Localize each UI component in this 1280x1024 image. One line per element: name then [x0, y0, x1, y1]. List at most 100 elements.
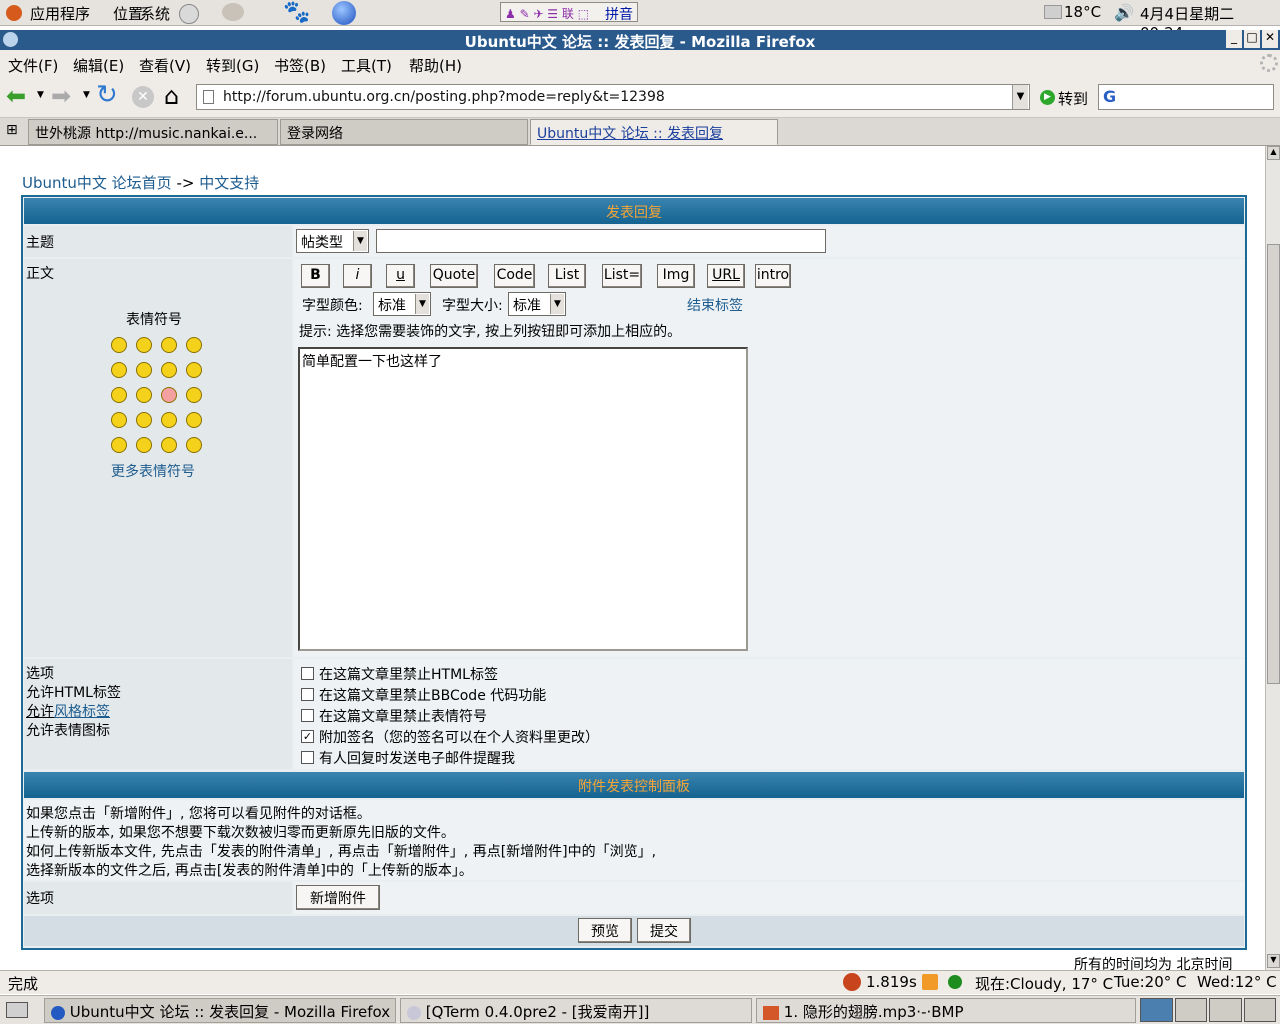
- smiley-icon[interactable]: [161, 362, 177, 378]
- smiley-icon[interactable]: [136, 412, 152, 428]
- tab-forum-reply[interactable]: Ubuntu中文 论坛 :: 发表回复: [530, 119, 778, 145]
- disable-html-checkbox[interactable]: [301, 667, 314, 680]
- smiley-icon[interactable]: [136, 362, 152, 378]
- show-desktop-icon[interactable]: [6, 1002, 28, 1018]
- workspace-switcher[interactable]: [1140, 998, 1276, 1022]
- bbcode-link[interactable]: 风格标签: [54, 701, 110, 721]
- more-smilies-link[interactable]: 更多表情符号: [111, 461, 195, 481]
- task-qterm[interactable]: [QTerm 0.4.0pre2 - [我爱南开]]: [400, 998, 752, 1023]
- smiley-icon[interactable]: [111, 412, 127, 428]
- disable-smilies-checkbox[interactable]: [301, 709, 314, 722]
- volume-icon[interactable]: 🔊: [1114, 3, 1134, 22]
- attach-signature-checkbox[interactable]: ✓: [301, 730, 314, 743]
- menu-bookmarks[interactable]: 书签(B): [274, 55, 326, 76]
- img-button[interactable]: Img: [657, 264, 695, 288]
- firefox-launcher-icon[interactable]: [332, 1, 356, 25]
- smiley-icon[interactable]: [186, 337, 202, 353]
- menu-edit[interactable]: 编辑(E): [73, 55, 124, 76]
- smiley-icon[interactable]: [186, 412, 202, 428]
- places-menu[interactable]: 位置: [113, 3, 143, 24]
- google-search-icon[interactable]: G: [1103, 87, 1116, 106]
- smiley-icon[interactable]: [136, 387, 152, 403]
- disable-bbcode-checkbox[interactable]: [301, 688, 314, 701]
- italic-button[interactable]: i: [343, 264, 372, 288]
- tab-music[interactable]: 世外桃源 http://music.nankai.e...: [28, 119, 278, 145]
- scroll-thumb[interactable]: [1267, 244, 1280, 684]
- workspace-3[interactable]: [1209, 998, 1242, 1022]
- preview-button[interactable]: 预览: [578, 918, 632, 943]
- help-icon[interactable]: [179, 4, 199, 24]
- font-size-select[interactable]: 标准 ▼: [508, 292, 566, 316]
- home-icon[interactable]: ⌂: [164, 82, 179, 110]
- scroll-up-icon[interactable]: ▲: [1267, 146, 1280, 160]
- post-type-select[interactable]: 帖类型 ▼: [296, 229, 369, 253]
- notify-reply-checkbox[interactable]: [301, 751, 314, 764]
- gimp-footprint-icon[interactable]: 🐾: [283, 0, 310, 25]
- scroll-down-icon[interactable]: ▼: [1267, 954, 1280, 968]
- ubuntu-logo-icon[interactable]: [6, 5, 22, 21]
- breadcrumb-section-link[interactable]: 中文支持: [199, 174, 259, 192]
- online-status-icon[interactable]: [948, 975, 962, 989]
- close-tags-link[interactable]: 结束标签: [687, 295, 743, 315]
- message-textarea[interactable]: 简单配置一下也这样了: [298, 347, 748, 651]
- back-dropdown-icon[interactable]: ▼: [37, 90, 44, 100]
- smiley-icon[interactable]: [161, 412, 177, 428]
- url-bar[interactable]: http://forum.ubuntu.org.cn/posting.php?m…: [196, 84, 1030, 110]
- quote-button[interactable]: Quote: [430, 264, 478, 288]
- bold-button[interactable]: B: [301, 264, 330, 288]
- exclamation-icon[interactable]: [111, 437, 127, 453]
- menu-go[interactable]: 转到(G): [206, 55, 259, 76]
- go-button[interactable]: 转到: [1058, 88, 1088, 109]
- search-input[interactable]: G: [1098, 84, 1274, 110]
- idea-icon[interactable]: [161, 437, 177, 453]
- smiley-icon[interactable]: [111, 362, 127, 378]
- weather-now[interactable]: 现在:Cloudy, 17° C: [975, 973, 1113, 994]
- url-button[interactable]: URL: [707, 264, 745, 288]
- menu-view[interactable]: 查看(V): [139, 55, 191, 76]
- arrow-icon[interactable]: [186, 437, 202, 453]
- back-icon[interactable]: ⬅: [6, 82, 26, 110]
- smiley-icon[interactable]: [111, 387, 127, 403]
- weather-wed[interactable]: Wed:12° C: [1197, 973, 1277, 991]
- firebug-icon[interactable]: [843, 973, 861, 991]
- url-dropdown-icon[interactable]: ▼: [1012, 85, 1028, 109]
- task-bmp[interactable]: 1. 隐形的翅膀.mp3·-·BMP: [756, 998, 1136, 1023]
- font-color-select[interactable]: 标准 ▼: [373, 292, 431, 316]
- window-titlebar[interactable]: Ubuntu中文 论坛 :: 发表回复 - Mozilla Firefox _ …: [0, 30, 1280, 51]
- smiley-icon[interactable]: [161, 337, 177, 353]
- smiley-icon[interactable]: [161, 387, 177, 403]
- task-firefox[interactable]: Ubuntu中文 论坛 :: 发表回复 - Mozilla Firefox: [44, 998, 396, 1023]
- reload-icon[interactable]: ↻: [96, 80, 118, 110]
- breadcrumb-home-link[interactable]: Ubuntu中文 论坛首页: [22, 174, 172, 192]
- page-scrollbar[interactable]: ▲ ▼: [1265, 146, 1280, 970]
- menu-file[interactable]: 文件(F): [8, 55, 58, 76]
- menu-tools[interactable]: 工具(T): [341, 55, 392, 76]
- system-menu[interactable]: 系统: [140, 3, 170, 24]
- maximize-icon[interactable]: □: [1244, 30, 1260, 48]
- smiley-icon[interactable]: [186, 362, 202, 378]
- weather-tue[interactable]: Tue:20° C: [1114, 973, 1187, 991]
- applications-menu[interactable]: 应用程序: [30, 3, 90, 24]
- forward-dropdown-icon[interactable]: ▼: [83, 90, 90, 100]
- mail-icon[interactable]: [222, 3, 244, 21]
- go-icon[interactable]: ▶: [1040, 90, 1055, 105]
- close-icon[interactable]: ✕: [1262, 30, 1278, 48]
- workspace-1[interactable]: [1140, 998, 1173, 1022]
- intro-button[interactable]: intro: [755, 264, 791, 288]
- code-button[interactable]: Code: [494, 264, 535, 288]
- smiley-icon[interactable]: [111, 337, 127, 353]
- question-icon[interactable]: [136, 437, 152, 453]
- workspace-4[interactable]: [1243, 998, 1276, 1022]
- submit-button[interactable]: 提交: [637, 918, 691, 943]
- stop-icon[interactable]: ✕: [132, 86, 154, 108]
- add-attachment-button[interactable]: 新增附件: [296, 885, 380, 910]
- minimize-icon[interactable]: _: [1226, 30, 1242, 48]
- temperature[interactable]: 18°C: [1064, 3, 1101, 21]
- ordered-list-button[interactable]: List=: [602, 264, 642, 288]
- forward-icon[interactable]: ➡: [51, 82, 71, 110]
- workspace-2[interactable]: [1174, 998, 1207, 1022]
- underline-button[interactable]: u: [386, 264, 415, 288]
- new-tab-icon[interactable]: ⊞: [6, 122, 26, 140]
- smiley-icon[interactable]: [136, 337, 152, 353]
- subject-input[interactable]: [376, 229, 826, 253]
